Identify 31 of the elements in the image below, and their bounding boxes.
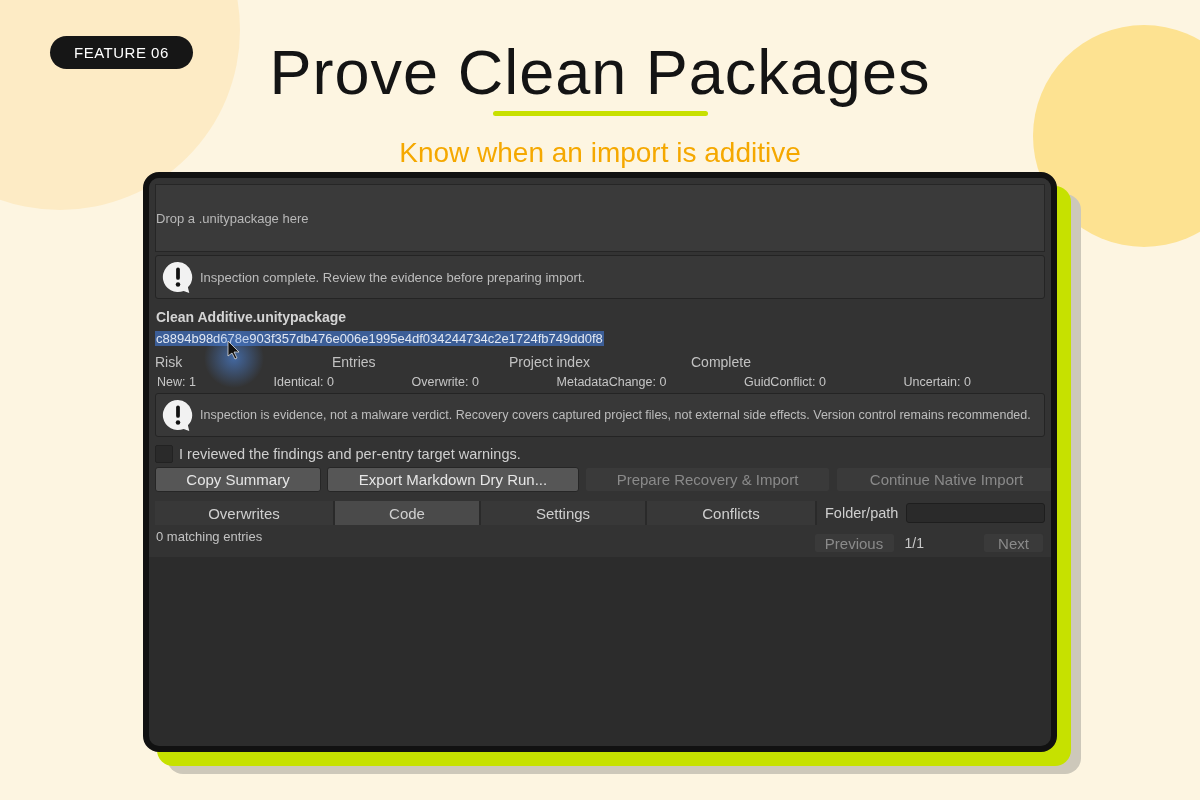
- alert-icon: [162, 261, 194, 293]
- hash-text: c8894b98d678e903f357db476e006e1995e4df034244734c2e1724fb749dd0f8: [155, 331, 604, 346]
- alert-icon: [162, 399, 194, 431]
- summary-header: Complete: [691, 354, 752, 370]
- status-message: Inspection complete. Review the evidence before preparing import.: [200, 269, 586, 285]
- count-label: GuidConflict: 0: [743, 375, 826, 389]
- checkbox-label: I reviewed the findings and per-entry target warnings.: [179, 446, 521, 462]
- action-button[interactable]: Export Markdown Dry Run...: [327, 467, 579, 492]
- filter-tab[interactable]: Overwrites: [155, 501, 335, 525]
- drop-zone[interactable]: Drop a .unitypackage here: [155, 184, 1045, 252]
- filter-tab[interactable]: Conflicts: [647, 501, 817, 525]
- summary-header: Risk: [155, 354, 184, 370]
- feature-badge: FEATURE 06: [50, 36, 193, 69]
- package-name: Clean Additive.unitypackage: [156, 309, 348, 325]
- filter-tab[interactable]: Code: [335, 501, 481, 525]
- notice-text: Inspection is evidence, not a malware verdict. Recovery covers captured project files, not external side effects. Version control remains recommended.: [200, 407, 1031, 423]
- headline: Prove Clean Packages: [269, 36, 931, 109]
- filter-tab[interactable]: Settings: [481, 501, 647, 525]
- match-count: 0 matching entries: [156, 529, 264, 544]
- subtitle: Know when an import is additive: [399, 137, 801, 170]
- drop-hint: Drop a .unitypackage here: [156, 210, 309, 226]
- count-label: Overwrite: 0: [411, 375, 479, 389]
- count-label: Uncertain: 0: [903, 375, 971, 389]
- action-button[interactable]: Copy Summary: [155, 467, 321, 492]
- summary-header: Entries: [332, 354, 377, 370]
- count-label: Identical: 0: [273, 375, 334, 389]
- summary-header: Project index: [509, 354, 591, 370]
- count-label: MetadataChange: 0: [556, 375, 667, 389]
- count-label: New: 1: [157, 375, 196, 389]
- folder-path-label: Folder/path: [824, 505, 900, 521]
- page-indicator: 1/1: [903, 535, 925, 551]
